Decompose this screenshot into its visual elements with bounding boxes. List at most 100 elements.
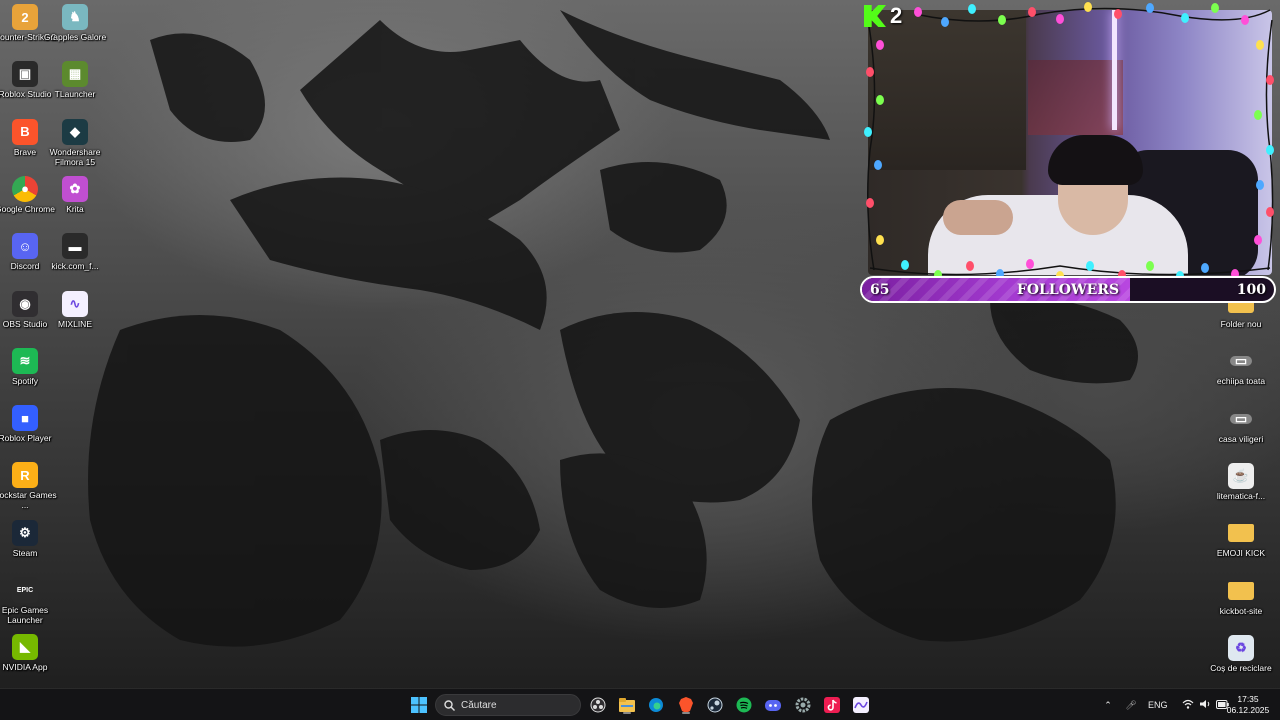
nvidia-icon: ◣ — [12, 634, 38, 661]
discord-icon: ☺ — [12, 233, 38, 260]
taskbar-brave[interactable] — [675, 694, 697, 716]
spotify-icon — [736, 697, 752, 713]
shortcut-label: Steam — [12, 547, 38, 558]
tray-overflow-chevron-up-icon[interactable]: ⌃ — [1100, 700, 1116, 711]
roblox-icon: ■ — [12, 405, 38, 432]
folder-icon — [1228, 581, 1254, 600]
goal-label: FOLLOWERS — [1016, 282, 1120, 298]
taskbar-file-explorer[interactable] — [616, 694, 638, 716]
taskbar-tiktok[interactable] — [821, 694, 843, 716]
webcam-feed — [868, 10, 1272, 275]
spotify-icon: ≋ — [12, 347, 38, 374]
recycle-bin-icon: ♻ — [1228, 634, 1254, 661]
shortcut-label: NVIDIA App — [2, 662, 48, 673]
rockstar-icon: R — [12, 462, 38, 489]
taskbar-obs[interactable] — [587, 694, 609, 716]
shortcut-label: MIXLINE — [57, 318, 92, 329]
desktop-shortcut-image-file[interactable]: ▭ echiipa toata — [1206, 348, 1276, 386]
stream-overlay: 2 65 FOLLOWERS 100 — [860, 0, 1280, 305]
desktop-shortcut-krita[interactable]: ✿ Krita — [40, 175, 110, 214]
shortcut-label: casa viligeri — [1218, 433, 1264, 444]
desktop-shortcut-folder[interactable]: EMOJI KICK — [1206, 520, 1276, 558]
clock[interactable]: 17:35 06.12.2025 — [1222, 694, 1274, 716]
desktop-shortcut-nvidia[interactable]: ◣ NVIDIA App — [0, 634, 60, 672]
obs-icon: ◉ — [12, 290, 38, 317]
krita-icon: ✿ — [62, 175, 88, 202]
shortcut-label: kick.com_f... — [51, 261, 99, 272]
microphone-icon[interactable]: 🎤︎ — [1124, 700, 1138, 711]
file-explorer-icon — [619, 698, 635, 712]
tiktok-icon — [824, 697, 840, 713]
steam-icon — [707, 697, 723, 713]
search-icon — [444, 699, 455, 711]
desktop-shortcut-grapples[interactable]: ♞ Grapples Galore — [40, 4, 110, 42]
desktop-shortcut-folder[interactable]: kickbot-site — [1206, 578, 1276, 616]
shortcut-label: litematica-f... — [1216, 490, 1266, 501]
grapples-icon: ♞ — [62, 4, 88, 30]
shortcut-label: Epic Games Launcher — [1, 605, 49, 625]
taskbar-settings[interactable] — [792, 694, 814, 716]
taskbar-search[interactable]: Căutare — [435, 694, 581, 716]
system-tray: ⌃ 🎤︎ ENG — [1100, 689, 1229, 720]
folder-icon — [1228, 524, 1254, 543]
shortcut-label: Folder nou — [1220, 319, 1262, 329]
shortcut-label: kickbot-site — [1219, 605, 1263, 616]
mixline-icon — [853, 697, 869, 713]
chrome-icon: ● — [12, 175, 38, 202]
settings-icon — [795, 697, 811, 713]
taskbar-mixline[interactable] — [850, 694, 872, 716]
desktop-shortcut-java-file[interactable]: ☕ litematica-f... — [1206, 462, 1276, 501]
shortcut-label: Roblox Player — [0, 433, 52, 444]
shortcut-label: Spotify — [12, 375, 38, 386]
shortcut-label: TLauncher — [54, 89, 96, 100]
java-file-icon: ☕ — [1228, 462, 1254, 489]
brave-icon: B — [12, 118, 38, 145]
language-indicator[interactable]: ENG — [1148, 700, 1168, 710]
shortcut-label: echiipa toata — [1216, 376, 1266, 387]
follower-goal-bar: 65 FOLLOWERS 100 — [860, 276, 1276, 303]
taskbar-edge[interactable] — [645, 694, 667, 716]
shortcut-label: Coș de reciclare — [1210, 662, 1272, 673]
desktop-shortcut-roblox[interactable]: ■ Roblox Player — [0, 405, 60, 443]
mixline-icon: ∿ — [62, 290, 88, 317]
kick-file-icon: ▬ — [62, 233, 88, 260]
taskbar: Căutare ⌃ 🎤︎ ENG 17:35 06.12.2025 — [0, 688, 1280, 720]
desktop-shortcut-mixline[interactable]: ∿ MIXLINE — [40, 290, 110, 329]
desktop-shortcut-filmora[interactable]: ◆ Wondershare Filmora 15 — [40, 118, 110, 167]
tlauncher-icon: ▦ — [62, 61, 88, 88]
shortcut-label: EMOJI KICK — [1216, 548, 1266, 559]
clock-time: 17:35 — [1237, 694, 1259, 704]
taskbar-steam[interactable] — [704, 694, 726, 716]
shortcut-label: Krita — [66, 203, 84, 214]
shortcut-label: Rockstar Games ... — [0, 490, 57, 511]
led-strip — [1112, 10, 1117, 130]
shortcut-label: Wondershare Filmora 15 — [49, 146, 101, 167]
kick-viewer-badge: 2 — [864, 3, 902, 29]
wifi-icon[interactable] — [1182, 699, 1194, 711]
taskbar-discord[interactable] — [762, 694, 784, 716]
cs2-icon: 2 — [12, 4, 38, 30]
desktop-shortcut-image-file[interactable]: ▭ casa viligeri — [1206, 406, 1276, 444]
image-file-icon: ▭ — [1230, 411, 1252, 426]
search-placeholder: Căutare — [461, 699, 497, 711]
image-file-icon: ▭ — [1230, 353, 1252, 368]
desktop-shortcut-steam[interactable]: ⚙ Steam — [0, 519, 60, 558]
desktop-shortcut-recycle-bin[interactable]: ♻ Coș de reciclare — [1206, 634, 1276, 673]
taskbar-spotify[interactable] — [733, 694, 755, 716]
volume-icon[interactable] — [1199, 699, 1211, 711]
filmora-icon: ◆ — [62, 118, 88, 145]
desktop-shortcut-epic[interactable]: EPIC Epic Games Launcher — [0, 577, 60, 625]
obs-icon — [590, 697, 606, 713]
discord-icon — [765, 699, 781, 711]
desktop-shortcut-tlauncher[interactable]: ▦ TLauncher — [40, 61, 110, 99]
epic-icon: EPIC — [12, 577, 38, 603]
goal-target: 100 — [1236, 282, 1266, 298]
desktop-shortcut-rockstar[interactable]: RRockstar Games ... — [0, 462, 60, 510]
start-button[interactable] — [408, 694, 430, 716]
edge-icon — [649, 698, 663, 712]
kick-logo-icon — [864, 5, 886, 27]
roblox-studio-icon: ▣ — [12, 61, 38, 88]
desktop-shortcut-kick-file[interactable]: ▬ kick.com_f... — [40, 233, 110, 271]
desktop-shortcut-spotify[interactable]: ≋ Spotify — [0, 347, 60, 386]
steam-icon: ⚙ — [12, 519, 38, 546]
